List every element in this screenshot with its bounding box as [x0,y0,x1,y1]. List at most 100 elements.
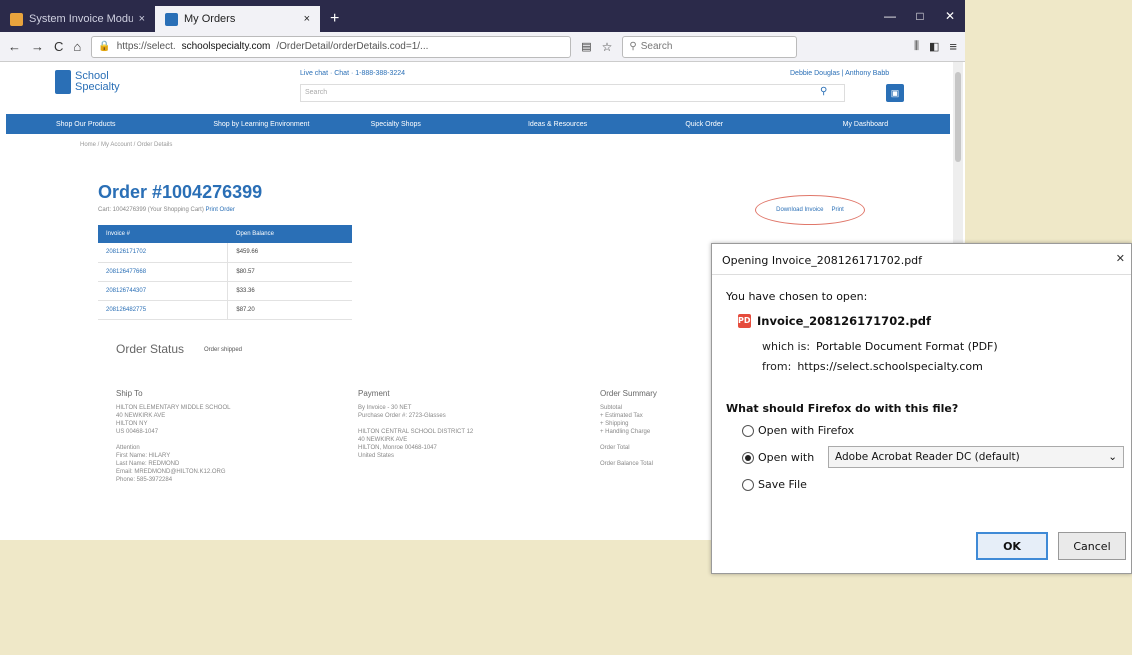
file-name-row: PDF Invoice_208126171702.pdf [738,314,931,328]
nav-item-learning-environment[interactable]: Shop by Learning Environment [163,121,320,128]
forward-icon[interactable]: → [31,39,44,54]
tab-my-orders[interactable]: My Orders × [155,6,320,32]
option-label: Save File [758,478,807,491]
reload-icon[interactable]: C [54,39,63,54]
account-link[interactable]: Debbie Douglas | Anthony Babb [790,70,889,77]
which-is-label: which is: [762,340,811,353]
reader-icon[interactable]: ▤ [581,40,591,53]
ship-to-line: 40 NEWKIRK AVE [116,413,166,419]
from-label: from: [762,360,792,373]
tab-favicon-icon [165,12,178,26]
table-row: 208126482775 $87.20 [98,300,352,320]
bookmark-star-icon[interactable]: ☆ [602,40,613,54]
ship-to-line: HILTON NY [116,421,148,427]
invoice-number-link[interactable]: 208126744307 [98,281,228,301]
payment-line [358,420,473,428]
close-window-icon[interactable]: ✕ [935,9,965,23]
tab-favicon-icon [10,12,23,26]
download-invoice-link[interactable]: Download Invoice [776,207,823,213]
payment-line: United States [358,453,395,459]
ok-button[interactable]: OK [976,532,1048,560]
dialog-title: Opening Invoice_208126171702.pdf [722,254,923,267]
order-summary-heading: Order Summary [600,389,657,398]
file-source-row: from: https://select.schoolspecialty.com [762,360,983,373]
order-title: Order #1004276399 [98,182,263,202]
radio-save-file[interactable] [742,478,754,491]
summary-line: Order Balance Total [600,461,653,467]
ship-to-line: Email: MREDMOND@HILTON.K12.ORG [116,469,226,475]
order-cart-text: Cart: 1004276399 (Your Shopping Cart) [98,207,204,213]
contact-links[interactable]: Live chat · Chat · 1-888-388-3224 [300,70,405,77]
open-with-firefox-option[interactable]: Open with Firefox [742,424,854,437]
file-name: Invoice_208126171702.pdf [757,314,932,328]
back-icon[interactable]: ← [8,39,21,54]
search-placeholder: Search [640,41,673,52]
cancel-button[interactable]: Cancel [1058,532,1126,560]
invoice-number-link[interactable]: 208126482775 [98,300,228,320]
ship-to-line: US 00468-1047 [116,429,159,435]
payment-line: HILTON CENTRAL SCHOOL DISTRICT 12 [358,429,474,435]
file-type-row: which is: Portable Document Format (PDF) [762,340,998,353]
scrollbar-thumb[interactable] [955,72,961,162]
window-controls: — □ ✕ [875,0,965,32]
navigation-toolbar: ← → C ⌂ 🔒 https://select. schoolspecialty… [0,32,965,62]
logo-text-specialty: Specialty [75,81,120,93]
ship-to-heading: Ship To [116,389,143,398]
menu-icon[interactable]: ≡ [949,39,957,54]
application-select[interactable]: Adobe Acrobat Reader DC (default) ⌄ [828,446,1124,468]
radio-open-with[interactable] [742,451,754,464]
nav-item-quick-order[interactable]: Quick Order [635,121,792,128]
dialog-close-icon[interactable]: ✕ [1116,252,1125,265]
home-icon[interactable]: ⌂ [73,39,81,54]
summary-line [600,452,657,460]
ship-to-line [116,436,230,444]
url-bar[interactable]: 🔒 https://select. schoolspecialty.com/Ord… [91,35,572,58]
order-subtitle: Cart: 1004276399 (Your Shopping Cart) Pr… [98,207,235,213]
main-navigation: Shop Our Products Shop by Learning Envir… [6,114,950,134]
order-status-title: Order Status [116,342,185,356]
payment-line: By Invoice - 30 NET [358,405,412,411]
sidebar-icon[interactable]: ◧ [929,40,939,53]
save-file-option[interactable]: Save File [742,478,807,491]
open-balance: $87.20 [227,300,352,320]
cart-icon[interactable]: ▣ [886,84,904,102]
nav-item-ideas-resources[interactable]: Ideas & Resources [478,121,635,128]
summary-line: + Shipping [600,421,629,427]
print-order-link[interactable]: Print Order [206,207,235,213]
option-label: Open with [758,451,815,464]
new-tab-button[interactable]: + [320,6,349,32]
browser-search-input[interactable]: ⚲ Search [622,35,798,58]
file-type: Portable Document Format (PDF) [816,340,998,353]
firefox-action-question: What should Firefox do with this file? [726,402,959,415]
nav-item-dashboard[interactable]: My Dashboard [793,121,950,128]
breadcrumb[interactable]: Home / My Account / Order Details [80,142,172,148]
school-specialty-logo[interactable]: School Specialty [55,70,120,94]
site-search-icon[interactable]: ⚲ [820,86,827,97]
invoice-number-link[interactable]: 208126171702 [98,243,228,263]
ship-to-line: HILTON ELEMENTARY MIDDLE SCHOOL [116,405,231,411]
summary-line: + Handling Charge [600,429,651,435]
site-search-input[interactable]: Search [300,84,845,102]
open-balance: $33.36 [227,281,352,301]
payment-line: HILTON, Monroe 00468-1047 [358,445,437,451]
tab-label: System Invoice Module [29,13,133,25]
tab-system-invoice[interactable]: System Invoice Module × [0,6,155,32]
nav-item-specialty-shops[interactable]: Specialty Shops [321,121,478,128]
open-with-option[interactable]: Open with [742,451,814,464]
maximize-icon[interactable]: □ [905,9,935,23]
tab-close-icon[interactable]: × [139,13,145,25]
invoice-number-link[interactable]: 208126477668 [98,262,228,282]
ship-to-section: Ship To HILTON ELEMENTARY MIDDLE SCHOOL … [116,390,230,484]
minimize-icon[interactable]: — [875,9,905,23]
radio-open-with-firefox[interactable] [742,424,754,437]
table-row: 208126477668 $80.57 [98,262,352,282]
print-link[interactable]: Print [832,207,844,213]
table-row: 208126744307 $33.36 [98,281,352,301]
nav-item-shop-products[interactable]: Shop Our Products [6,121,163,128]
library-icon[interactable]: ⫼ [914,40,919,53]
summary-line: + Estimated Tax [600,413,643,419]
payment-line: Purchase Order #: 2723-Glasses [358,413,446,419]
payment-section: Payment By Invoice - 30 NET Purchase Ord… [358,390,473,460]
tab-close-icon[interactable]: × [304,13,310,25]
search-icon: ⚲ [629,41,637,52]
